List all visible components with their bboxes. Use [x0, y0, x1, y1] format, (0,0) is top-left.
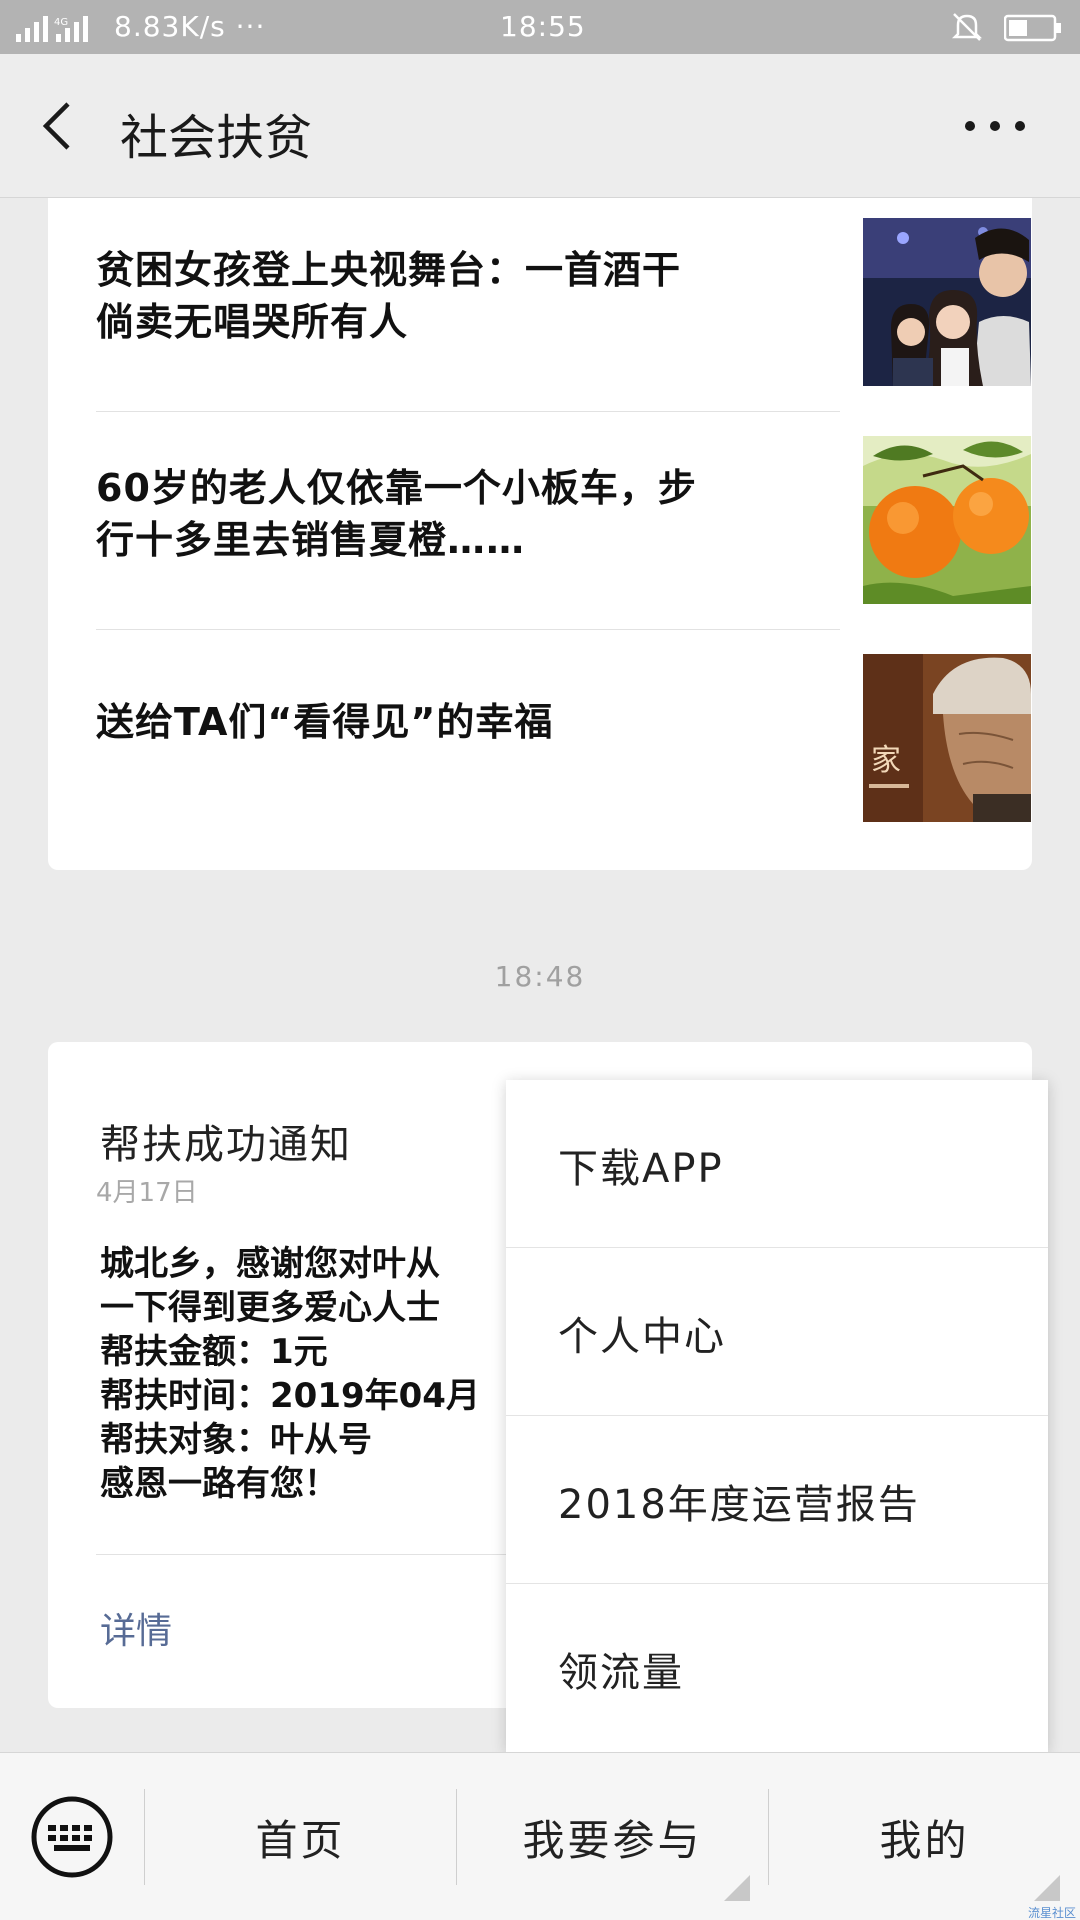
status-time: 18:55 — [500, 10, 586, 43]
article-item[interactable]: 60岁的老人仅依靠一个小板车，步行十多里去销售夏橙…… — [96, 416, 1032, 634]
submenu-indicator-icon — [1034, 1875, 1060, 1901]
message-timestamp: 18:48 — [494, 960, 586, 993]
article-thumbnail — [863, 436, 1031, 604]
silent-bell-icon — [951, 13, 983, 41]
article-title: 送给TA们“看得见”的幸福 — [96, 700, 554, 744]
network-speed: 8.83K/s ··· — [114, 10, 266, 43]
article-title: 贫困女孩登上央视舞台：一首酒干倘卖无唱哭所有人 — [96, 248, 682, 344]
article-thumbnail: 家 — [863, 654, 1031, 822]
notification-date: 4月17日 — [96, 1178, 198, 1208]
submenu-indicator-icon — [724, 1875, 750, 1901]
details-link[interactable]: 详情 — [100, 1602, 172, 1654]
popup-menu: 下载APP 个人中心 2018年度运营报告 领流量 — [506, 1080, 1048, 1752]
notification-title: 帮扶成功通知 — [100, 1122, 352, 1168]
article-thumbnail — [863, 218, 1031, 386]
article-item[interactable]: 贫困女孩登上央视舞台：一首酒干倘卖无唱哭所有人 — [96, 198, 1032, 416]
menu-item-label: 个人中心 — [558, 1314, 726, 1360]
article-list-card: 贫困女孩登上央视舞台：一首酒干倘卖无唱哭所有人 60岁的老人仅依靠一个小板车，步… — [48, 198, 1032, 870]
menu-item-download-app[interactable]: 下载APP — [506, 1080, 1048, 1248]
bottom-menu-bar: 首页 我要参与 我的 — [0, 1752, 1080, 1920]
divider — [96, 629, 840, 630]
menu-item-personal-center[interactable]: 个人中心 — [506, 1248, 1048, 1416]
signal-icon: 4G — [16, 16, 88, 42]
keyboard-icon[interactable] — [30, 1795, 114, 1879]
page-title: 社会扶贫 — [120, 110, 313, 166]
menu-item-label: 下载APP — [558, 1146, 724, 1192]
divider — [96, 411, 840, 412]
article-item[interactable]: 送给TA们“看得见”的幸福 家 — [96, 634, 1032, 852]
svg-text:家: 家 — [871, 743, 901, 778]
back-arrow-icon[interactable] — [30, 96, 90, 156]
tab-home[interactable]: 首页 — [145, 1753, 456, 1920]
menu-item-label: 2018年度运营报告 — [558, 1482, 920, 1528]
menu-item-annual-report[interactable]: 2018年度运营报告 — [506, 1416, 1048, 1584]
svg-text:4G: 4G — [54, 17, 68, 28]
more-options-icon[interactable] — [960, 106, 1030, 146]
menu-item-claim-data[interactable]: 领流量 — [506, 1584, 1048, 1752]
tab-participate[interactable]: 我要参与 — [457, 1753, 768, 1920]
title-bar: 社会扶贫 — [0, 54, 1080, 198]
watermark: 流星社区 — [1028, 1906, 1077, 1920]
article-title: 60岁的老人仅依靠一个小板车，步行十多里去销售夏橙…… — [96, 466, 697, 562]
menu-item-label: 领流量 — [558, 1650, 684, 1696]
status-bar: 4G 8.83K/s ··· 18:55 — [0, 0, 1080, 54]
battery-icon — [1004, 14, 1061, 42]
